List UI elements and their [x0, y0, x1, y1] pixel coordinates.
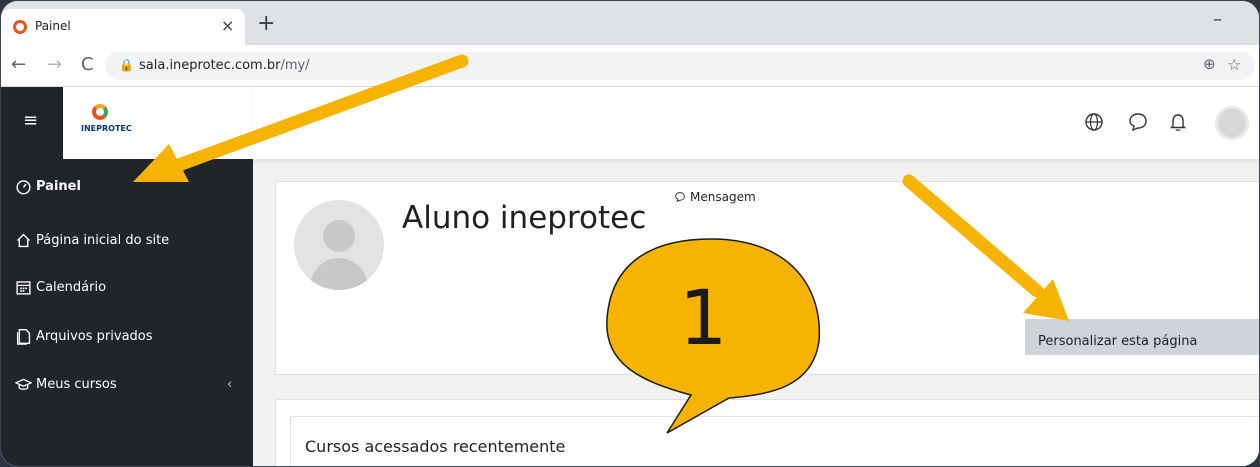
avatar-head-icon	[323, 220, 355, 252]
recent-courses-card: Cursos acessados recentemente	[275, 399, 1259, 466]
chat-bubble-icon[interactable]	[1127, 111, 1149, 133]
tab-title: Painel	[35, 19, 71, 33]
sidebar-item-label: Página inicial do site	[36, 233, 170, 248]
tab-painel[interactable]: Painel ×	[1, 9, 245, 45]
browser-toolbar: ← → C 🔒 sala.ineprotec.com.br/my/ ⊕ ☆	[1, 45, 1259, 87]
bookmark-star-icon[interactable]: ☆	[1227, 55, 1241, 74]
home-icon	[17, 233, 30, 248]
calendar-icon	[16, 281, 31, 295]
recent-courses-title: Cursos acessados recentemente	[305, 437, 566, 456]
avatar[interactable]	[294, 200, 384, 290]
customize-page-button[interactable]: Personalizar esta página	[1025, 319, 1259, 355]
logo-mark-icon	[92, 104, 108, 120]
hamburger-menu-icon[interactable]: ≡	[23, 110, 38, 131]
chat-bubble-icon	[675, 192, 685, 203]
browser-window: Painel × + – ← → C 🔒 sala.ineprotec.com.…	[0, 0, 1260, 467]
sidebar-item-label: Meus cursos	[36, 377, 117, 392]
graduation-cap-icon	[15, 378, 32, 390]
sidebar-item-label: Arquivos privados	[36, 329, 153, 344]
forward-arrow-icon[interactable]: →	[47, 54, 62, 75]
back-arrow-icon[interactable]: ←	[11, 54, 26, 75]
dashboard-icon	[16, 180, 31, 195]
message-link[interactable]: Mensagem	[674, 190, 756, 204]
favicon-icon	[13, 20, 27, 34]
address-bar[interactable]: 🔒 sala.ineprotec.com.br/my/ ⊕ ☆	[105, 52, 1255, 80]
tab-close-icon[interactable]: ×	[221, 16, 234, 35]
sidebar-item-calendario[interactable]: Calendário	[15, 279, 106, 296]
top-navbar	[253, 87, 1259, 159]
new-tab-button[interactable]: +	[257, 11, 275, 36]
sidebar-item-painel[interactable]: Painel	[15, 178, 81, 195]
zoom-icon[interactable]: ⊕	[1203, 55, 1216, 73]
url-host: sala.ineprotec.com.br	[139, 58, 281, 73]
logo[interactable]: INEPROTEC	[63, 87, 253, 159]
url-path: /my/	[280, 58, 310, 73]
url-text: sala.ineprotec.com.br/my/	[139, 58, 310, 73]
user-avatar-menu[interactable]	[1215, 106, 1249, 140]
recent-courses-block: Cursos acessados recentemente	[290, 416, 1259, 466]
chevron-left-icon[interactable]: ‹	[227, 377, 232, 392]
globe-icon[interactable]	[1083, 111, 1105, 133]
sidebar-item-meus-cursos[interactable]: Meus cursos	[15, 376, 117, 393]
sidebar: ≡ INEPROTEC Painel Página inicial do sit…	[1, 87, 253, 466]
minimize-button[interactable]: –	[1213, 9, 1222, 30]
sidebar-item-home[interactable]: Página inicial do site	[15, 232, 169, 249]
page-title: Aluno ineprotec	[402, 200, 647, 236]
sidebar-item-label: Calendário	[36, 280, 107, 295]
page-content: ≡ INEPROTEC Painel Página inicial do sit…	[1, 87, 1259, 466]
lock-icon: 🔒	[119, 58, 134, 72]
message-link-label: Mensagem	[690, 190, 756, 204]
sidebar-item-label: Painel	[36, 179, 81, 194]
logo-text: INEPROTEC	[81, 124, 132, 133]
bell-icon[interactable]	[1167, 111, 1189, 133]
sidebar-item-arquivos[interactable]: Arquivos privados	[15, 328, 153, 345]
tab-strip: Painel × + –	[1, 1, 1259, 45]
reload-icon[interactable]: C	[81, 54, 94, 75]
avatar-body-icon	[310, 258, 368, 290]
files-icon	[16, 329, 31, 345]
